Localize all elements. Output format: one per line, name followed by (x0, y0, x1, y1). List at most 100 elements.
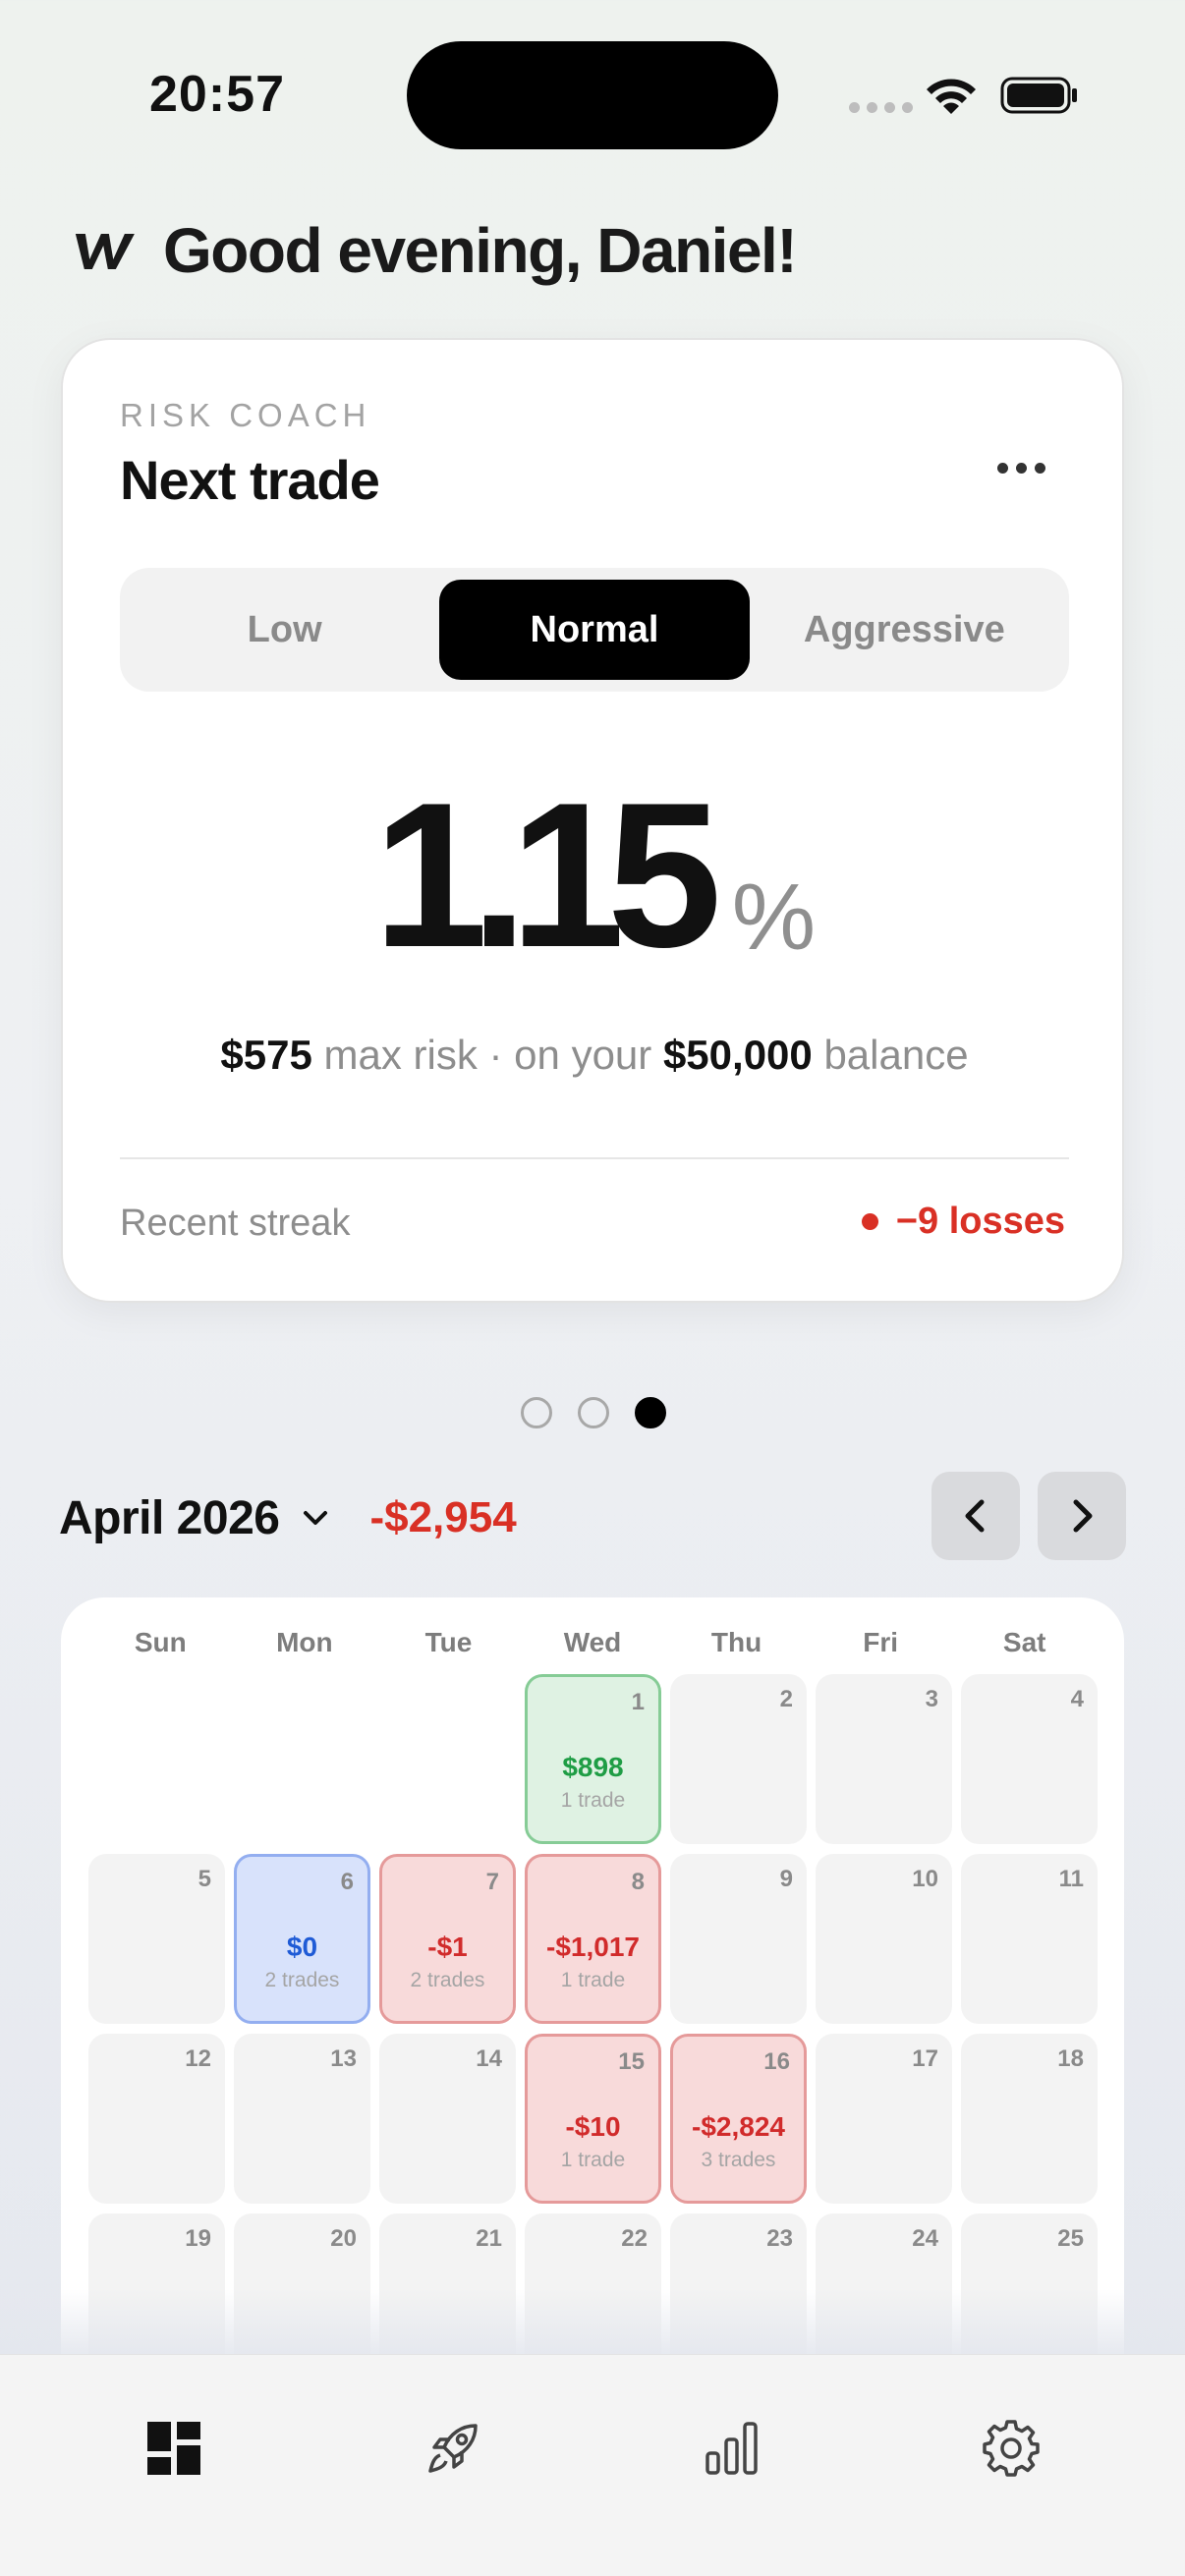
streak-label: Recent streak (120, 1203, 351, 1244)
calendar-day[interactable]: 13 (234, 2034, 370, 2204)
risk-coach-card: RISK COACH Next trade Low Normal Aggress… (61, 338, 1124, 1303)
next-month-button[interactable] (1038, 1472, 1126, 1560)
more-dot-icon (1015, 462, 1027, 474)
more-dot-icon (1034, 462, 1045, 474)
balance-amount: $50,000 (662, 1032, 813, 1078)
calendar-day[interactable]: 18 (961, 2034, 1098, 2204)
day-number: 13 (330, 2045, 357, 2072)
day-number: 22 (621, 2225, 648, 2252)
risk-unit: % (731, 865, 817, 970)
risk-level-segmented-control: Low Normal Aggressive (120, 568, 1069, 692)
calendar-day[interactable]: 17 (816, 2034, 952, 2204)
day-number: 1 (631, 1689, 645, 1715)
header: Good evening, Daniel! (67, 206, 798, 295)
day-pnl: -$1,017 (546, 1932, 640, 1962)
segment-normal[interactable]: Normal (439, 580, 750, 680)
day-number: 12 (185, 2045, 211, 2072)
chevron-left-icon (965, 1499, 985, 1533)
day-pnl: -$1 (427, 1932, 468, 1962)
weekday-label: Thu (710, 1627, 762, 1657)
more-dot-icon (996, 462, 1008, 474)
calendar-day[interactable]: 10 (816, 1854, 952, 2024)
pager-dot-active[interactable] (635, 1397, 666, 1428)
loss-dot-icon (861, 1213, 878, 1230)
month-header: April 2026 -$2,954 (59, 1485, 517, 1550)
max-risk-summary: $575 max risk · on your $50,000 balance (63, 1032, 1126, 1079)
calendar-day[interactable]: 9 (670, 1854, 807, 2024)
calendar-day[interactable]: 4 (961, 1674, 1098, 1844)
calendar-day[interactable]: 16 -$2,824 3 trades (670, 2034, 807, 2204)
gear-icon (983, 2420, 1040, 2477)
day-trade-count: 1 trade (560, 1789, 626, 1812)
card-pager (521, 1397, 666, 1428)
day-trade-count: 1 trade (560, 2149, 626, 2171)
tab-bar (0, 2354, 1185, 2576)
tab-dashboard[interactable] (120, 2394, 228, 2502)
day-number: 2 (779, 1686, 793, 1712)
risk-value: 1.15 (372, 759, 722, 990)
app-logo-icon (75, 234, 135, 269)
pager-dot[interactable] (578, 1397, 609, 1428)
segment-aggressive[interactable]: Aggressive (750, 580, 1059, 680)
bar-chart-icon (705, 2422, 758, 2475)
weekday-label: Sun (134, 1627, 187, 1657)
day-number: 6 (340, 1869, 354, 1895)
dashboard-icon (147, 2422, 200, 2475)
status-bar: 20:57 (0, 0, 1185, 187)
day-pnl: -$10 (565, 2111, 621, 2142)
day-number: 21 (476, 2225, 502, 2252)
calendar-empty-cell (88, 1674, 225, 1844)
day-number: 16 (763, 2048, 790, 2075)
tab-rocket[interactable] (399, 2394, 507, 2502)
day-number: 18 (1057, 2045, 1084, 2072)
calendar-day[interactable]: 5 (88, 1854, 225, 2024)
chevron-right-icon (1073, 1499, 1093, 1533)
calendar-day[interactable]: 8 -$1,017 1 trade (525, 1854, 661, 2024)
more-options-button[interactable] (977, 438, 1065, 497)
cellular-signal-icon (849, 102, 913, 113)
calendar-day[interactable]: 11 (961, 1854, 1098, 2024)
day-number: 15 (618, 2048, 645, 2075)
day-pnl: $0 (286, 1932, 318, 1962)
max-risk-amount: $575 (220, 1032, 312, 1078)
calendar-grid: 1 $898 1 trade 2 3 4 5 6 $0 2 trades 7 -$1 2 trades 8… (88, 1674, 1102, 2383)
weekday-label: Fri (863, 1627, 899, 1657)
previous-month-button[interactable] (931, 1472, 1020, 1560)
calendar-day[interactable]: 7 -$1 2 trades (379, 1854, 516, 2024)
calendar-day[interactable]: 15 -$10 1 trade (525, 2034, 661, 2204)
calendar-day[interactable]: 6 $0 2 trades (234, 1854, 370, 2024)
weekday-label: Sat (1002, 1627, 1046, 1657)
day-number: 5 (198, 1866, 211, 1892)
tab-settings[interactable] (957, 2394, 1065, 2502)
calendar-day[interactable]: 1 $898 1 trade (525, 1674, 661, 1844)
chevron-down-icon[interactable] (301, 1508, 330, 1528)
day-number: 8 (631, 1869, 645, 1895)
day-trade-count: 2 trades (410, 1969, 485, 1991)
day-number: 19 (185, 2225, 211, 2252)
day-number: 23 (766, 2225, 793, 2252)
day-trade-count: 2 trades (264, 1969, 340, 1991)
rocket-icon (428, 2424, 478, 2473)
day-number: 3 (925, 1686, 938, 1712)
month-selector[interactable]: April 2026 (59, 1491, 280, 1545)
greeting-title: Good evening, Daniel! (163, 215, 798, 286)
day-trade-count: 1 trade (560, 1969, 626, 1991)
calendar-day[interactable]: 14 (379, 2034, 516, 2204)
day-number: 24 (912, 2225, 938, 2252)
day-trade-count: 3 trades (701, 2149, 776, 2171)
status-time: 20:57 (149, 66, 285, 123)
card-title: Next trade (120, 449, 380, 511)
segment-low[interactable]: Low (130, 580, 439, 680)
day-number: 4 (1070, 1686, 1084, 1712)
calendar-day[interactable]: 3 (816, 1674, 952, 1844)
calendar-empty-cell (379, 1674, 516, 1844)
balance-text: balance (823, 1032, 969, 1078)
risk-percentage: 1.15 % (63, 772, 1126, 979)
battery-icon (1000, 77, 1077, 114)
day-pnl: -$2,824 (692, 2111, 785, 2142)
tab-stats[interactable] (678, 2394, 786, 2502)
calendar-day[interactable]: 12 (88, 2034, 225, 2204)
pager-dot[interactable] (521, 1397, 552, 1428)
calendar-day[interactable]: 2 (670, 1674, 807, 1844)
month-pnl: -$2,954 (369, 1493, 517, 1541)
